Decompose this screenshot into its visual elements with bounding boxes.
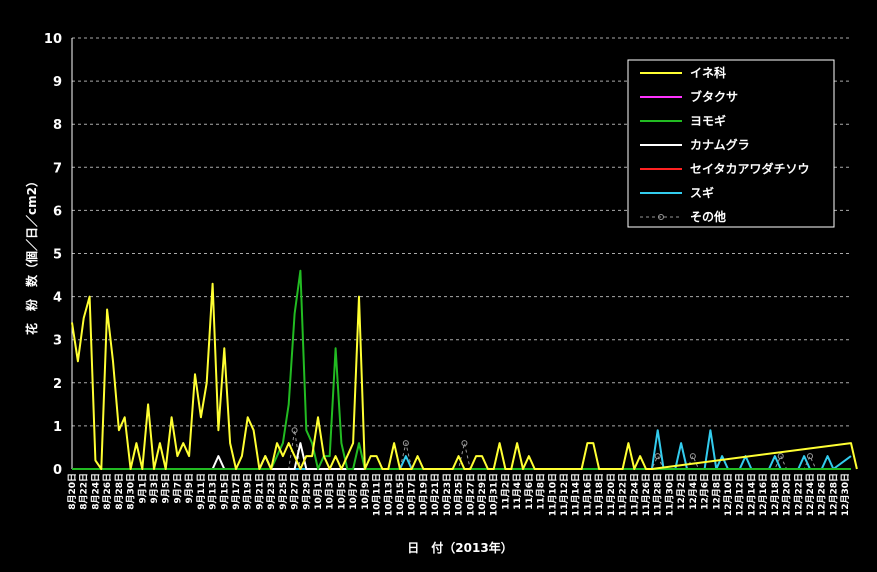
x-tick-label: 11月16日 — [582, 473, 593, 516]
x-tick-label: 11月4日 — [512, 473, 523, 510]
x-tick-label: 12月26日 — [817, 473, 828, 516]
legend-label: その他 — [690, 209, 726, 224]
x-tick-label: 11月20日 — [606, 473, 617, 516]
x-tick-label: 12月14日 — [746, 473, 757, 516]
x-tick-label: 10月27日 — [465, 473, 476, 516]
y-tick-label: 10 — [44, 32, 62, 47]
x-tick-label: 9月23日 — [266, 473, 277, 510]
legend-label: ブタクサ — [690, 89, 738, 104]
x-tick-label: 11月28日 — [653, 473, 664, 516]
y-tick-label: 5 — [53, 248, 62, 263]
x-tick-label: 10月15日 — [395, 473, 406, 516]
x-tick-label: 10月21日 — [430, 473, 441, 516]
x-tick-label: 10月5日 — [336, 473, 347, 510]
x-axis-title: 日 付（2013年） — [407, 540, 512, 555]
x-tick-label: 9月29日 — [301, 473, 312, 510]
pollen-chart: 0 1 2 3 4 5 6 7 8 9 10 8月20日 8月22日 8月24日 8月26日 8月28日 8月… — [24, 32, 858, 555]
x-tick-label: 10月1日 — [313, 473, 324, 510]
x-tick-label: 10月7日 — [348, 473, 359, 510]
x-tick-label: 11月2日 — [500, 473, 511, 510]
series-point — [654, 453, 661, 460]
series-line — [71, 282, 858, 470]
series-point — [777, 453, 784, 460]
y-tick-label: 4 — [53, 291, 62, 306]
x-tick-label: 11月12日 — [559, 473, 570, 516]
x-tick-label: 12月24日 — [805, 473, 816, 516]
series-lines — [71, 269, 858, 470]
x-tick-label: 12月22日 — [793, 473, 804, 516]
series-point — [689, 453, 696, 460]
x-tick-label: 9月21日 — [254, 473, 265, 510]
x-tick-label: 9月9日 — [184, 473, 195, 504]
x-tick-label: 11月24日 — [629, 473, 640, 516]
x-tick-label: 9月3日 — [149, 473, 160, 504]
x-tick-label: 11月8日 — [536, 473, 547, 510]
y-tick-label: 3 — [53, 334, 62, 349]
x-tick-label: 8月22日 — [79, 473, 90, 510]
x-tick-label: 10月25日 — [454, 473, 465, 516]
legend: イネ科ブタクサヨモギカナムグラセイタカアワダチソウスギその他 — [627, 59, 835, 228]
x-tick-label: 9月19日 — [243, 473, 254, 510]
x-tick-label: 10月31日 — [489, 473, 500, 516]
x-tick-label: 12月16日 — [758, 473, 769, 516]
legend-label: セイタカアワダチソウ — [690, 161, 810, 176]
x-tick-label: 10月13日 — [383, 473, 394, 516]
x-tick-label: 8月26日 — [102, 473, 113, 510]
y-tick-labels: 0 1 2 3 4 5 6 7 8 9 10 — [44, 32, 62, 478]
x-tick-label: 12月6日 — [700, 473, 711, 510]
x-tick-label: 9月25日 — [278, 473, 289, 510]
x-tick-label: 8月24日 — [90, 473, 101, 510]
x-tick-label: 11月6日 — [524, 473, 535, 510]
x-tick-labels: 8月20日 8月22日 8月24日 8月26日 8月28日 8月30日 9月1日 9月3日 9月… — [67, 473, 851, 516]
y-tick-label: 9 — [53, 75, 62, 90]
y-tick-label: 1 — [53, 420, 62, 435]
y-tick-label: 2 — [53, 377, 62, 392]
x-tick-label: 9月15日 — [219, 473, 230, 510]
x-tick-label: 12月28日 — [828, 473, 839, 516]
x-tick-label: 11月10日 — [547, 473, 558, 516]
x-tick-label: 8月28日 — [114, 473, 125, 510]
x-tick-label: 8月30日 — [126, 473, 137, 510]
x-tick-label: 10月19日 — [418, 473, 429, 516]
x-tick-label: 9月13日 — [208, 473, 219, 510]
x-tick-label: 9月5日 — [161, 473, 172, 504]
x-tick-label: 10月3日 — [325, 473, 336, 510]
x-tick-label: 11月18日 — [594, 473, 605, 516]
x-tick-label: 9月7日 — [172, 473, 183, 504]
y-tick-label: 7 — [53, 161, 62, 176]
series-point — [807, 453, 813, 460]
legend-label: カナムグラ — [690, 137, 750, 152]
x-tick-label: 10月9日 — [360, 473, 371, 510]
legend-label: ヨモギ — [690, 113, 726, 128]
x-tick-label: 12月8日 — [711, 473, 722, 510]
x-tick-label: 9月11日 — [196, 473, 207, 510]
x-tick-label: 9月27日 — [290, 473, 301, 510]
x-tick-label: 10月29日 — [477, 473, 488, 516]
x-tick-label: 11月26日 — [641, 473, 652, 516]
x-tick-label: 10月11日 — [372, 473, 383, 516]
x-tick-label: 11月30日 — [664, 473, 675, 516]
x-tick-label: 11月22日 — [618, 473, 629, 516]
x-tick-label: 10月23日 — [442, 473, 453, 516]
series-line — [72, 269, 851, 470]
x-tick-label: 12月20日 — [782, 473, 793, 516]
x-tick-label: 12月2日 — [676, 473, 687, 510]
x-tick-label: 9月1日 — [137, 473, 148, 504]
x-tick-label: 12月12日 — [735, 473, 746, 516]
x-tick-label: 11月14日 — [571, 473, 582, 516]
x-tick-label: 10月17日 — [407, 473, 418, 516]
y-tick-label: 8 — [53, 118, 62, 133]
x-tick-label: 12月30日 — [840, 473, 851, 516]
y-tick-label: 0 — [53, 463, 62, 478]
legend-label: スギ — [690, 185, 714, 200]
y-tick-label: 6 — [53, 204, 62, 219]
x-tick-label: 8月20日 — [67, 473, 78, 510]
x-tick-label: 12月4日 — [688, 473, 699, 510]
x-tick-label: 9月17日 — [231, 473, 242, 510]
y-axis-title: 花 粉 数（個／日／cm2） — [24, 175, 39, 335]
legend-label: イネ科 — [690, 65, 726, 80]
x-tick-label: 12月10日 — [723, 473, 734, 516]
x-tick-label: 12月18日 — [770, 473, 781, 516]
